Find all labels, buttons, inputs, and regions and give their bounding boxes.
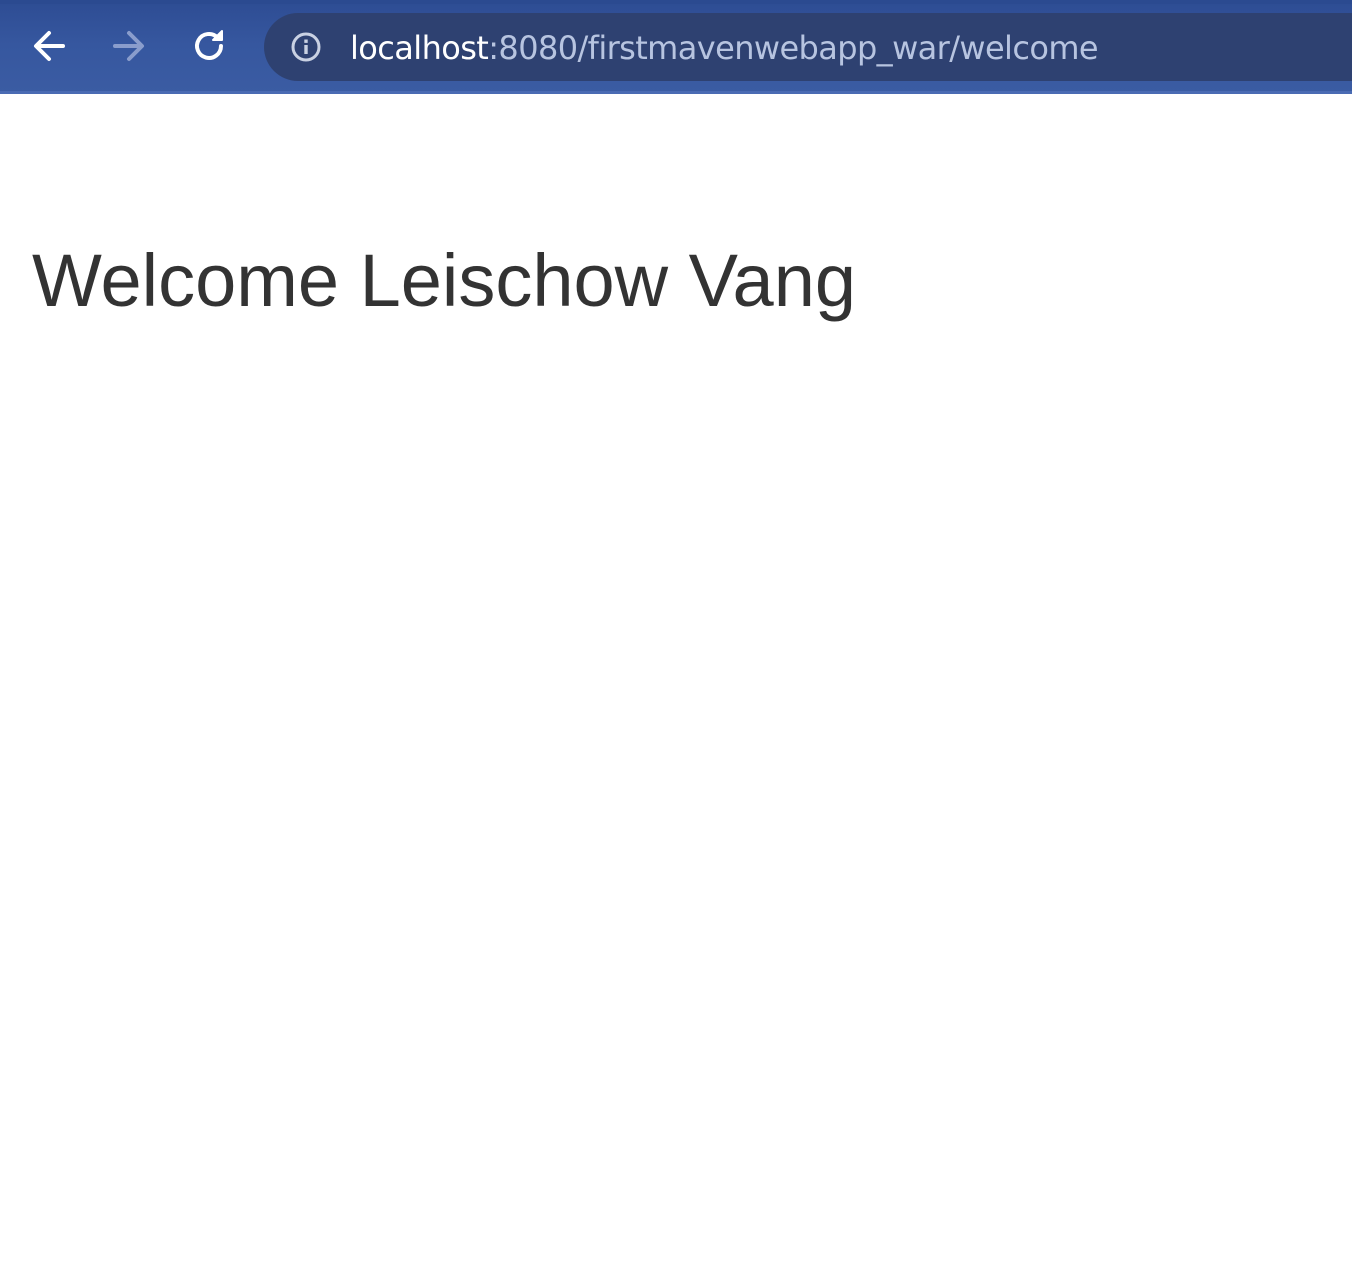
back-button[interactable] [27, 24, 71, 68]
arrow-left-icon [34, 31, 65, 61]
url-path: :8080/firstmavenwebapp_war/welcome [488, 29, 1098, 67]
reload-button[interactable] [187, 24, 231, 68]
toolbar-divider [0, 91, 1352, 94]
url-text[interactable]: localhost:8080/firstmavenwebapp_war/welc… [350, 13, 1099, 81]
arrow-right-icon [113, 31, 144, 61]
forward-button[interactable] [107, 24, 151, 68]
info-circle-icon [291, 32, 321, 62]
reload-icon [195, 30, 223, 60]
url-host: localhost [350, 29, 489, 67]
address-bar[interactable]: localhost:8080/firstmavenwebapp_war/welc… [264, 13, 1352, 81]
browser-toolbar: localhost:8080/firstmavenwebapp_war/welc… [0, 0, 1352, 94]
site-info-button[interactable] [290, 31, 322, 63]
welcome-heading: Welcome Leischow Vang [32, 239, 857, 322]
